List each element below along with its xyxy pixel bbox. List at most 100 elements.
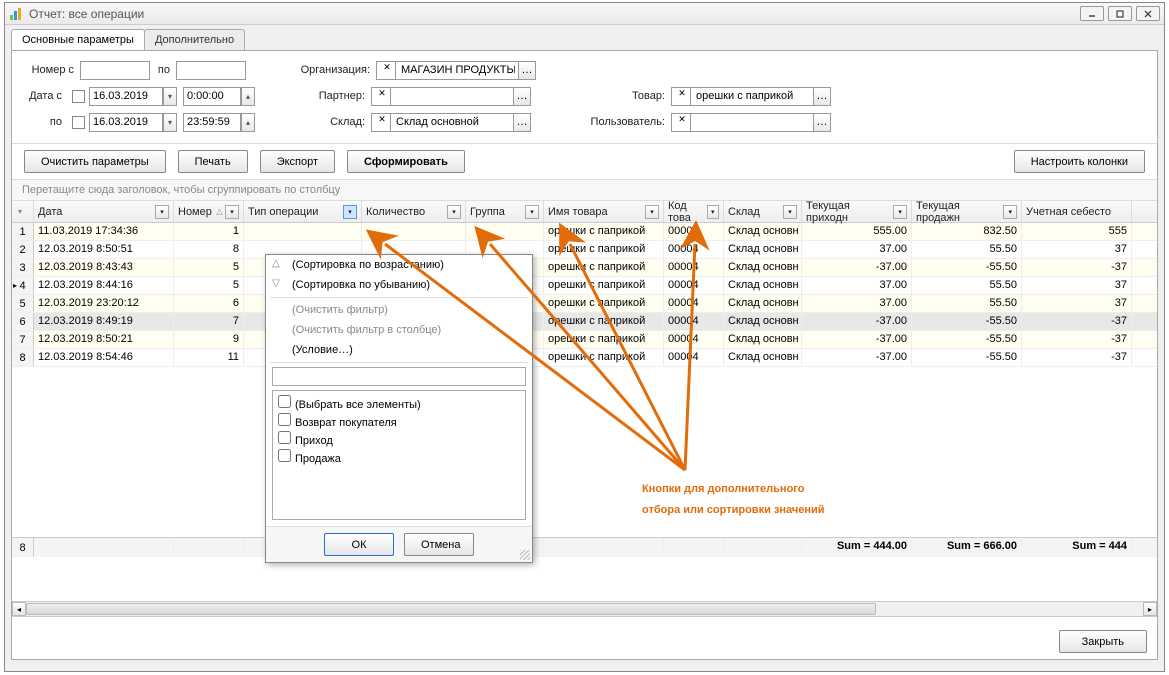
row-number: ▸4 bbox=[12, 277, 34, 294]
footer-sum-in: Sum = 444.00 bbox=[802, 538, 912, 557]
filter-icon: ▾ bbox=[225, 205, 239, 219]
goods-input[interactable] bbox=[693, 88, 813, 105]
time-to-input[interactable] bbox=[183, 113, 241, 132]
time-from-spin-icon[interactable]: ▴ bbox=[241, 87, 255, 106]
col-rownum[interactable]: ▾ bbox=[12, 201, 34, 222]
print-button[interactable]: Печать bbox=[178, 150, 248, 173]
user-picker[interactable]: … bbox=[671, 113, 831, 132]
table-row[interactable]: 8 12.03.2019 8:54:46 11 орешки с паприко… bbox=[12, 349, 1157, 367]
user-browse-icon[interactable]: … bbox=[813, 114, 830, 131]
col-goodname[interactable]: Имя товара▾ bbox=[544, 201, 664, 222]
clear-params-button[interactable]: Очистить параметры bbox=[24, 150, 166, 173]
date-to-check[interactable] bbox=[72, 116, 85, 129]
footer-sum-out: Sum = 666.00 bbox=[912, 538, 1022, 557]
cell-code: 00004 bbox=[664, 313, 724, 330]
filter-opt-return[interactable]: Возврат покупателя bbox=[276, 412, 522, 430]
stock-check-icon[interactable] bbox=[374, 114, 391, 131]
col-cost[interactable]: Учетная себесто bbox=[1022, 201, 1132, 222]
time-from-input[interactable] bbox=[183, 87, 241, 106]
partner-picker[interactable]: … bbox=[371, 87, 531, 106]
maximize-button[interactable] bbox=[1108, 6, 1132, 21]
params-panel: Номер с по Организация: … Дата с ▾ ▴ Пар… bbox=[12, 51, 1157, 143]
user-check-icon[interactable] bbox=[674, 114, 691, 131]
cell-code: 00004 bbox=[664, 259, 724, 276]
table-row[interactable]: 5 12.03.2019 23:20:12 6 орешки с паприко… bbox=[12, 295, 1157, 313]
cell-number: 5 bbox=[174, 277, 244, 294]
tab-main[interactable]: Основные параметры bbox=[11, 29, 145, 50]
filter-icon: ▾ bbox=[1003, 205, 1017, 219]
cell-stock: Склад основн bbox=[724, 277, 802, 294]
condition-item[interactable]: (Условие…) bbox=[266, 340, 532, 360]
table-row[interactable]: 6 12.03.2019 8:49:19 7 орешки с паприкой… bbox=[12, 313, 1157, 331]
col-group[interactable]: Группа▾ bbox=[466, 201, 544, 222]
time-to-spin-icon[interactable]: ▴ bbox=[241, 113, 255, 132]
col-in[interactable]: Текущая приходн▾ bbox=[802, 201, 912, 222]
cell-cost: -37 bbox=[1022, 259, 1132, 276]
stock-browse-icon[interactable]: … bbox=[513, 114, 530, 131]
col-stock[interactable]: Склад▾ bbox=[724, 201, 802, 222]
minimize-button[interactable] bbox=[1080, 6, 1104, 21]
col-optype[interactable]: Тип операции▾ bbox=[244, 201, 362, 222]
date-to-dropdown-icon[interactable]: ▾ bbox=[163, 113, 177, 132]
table-row[interactable]: ▸4 12.03.2019 8:44:16 5 орешки с паприко… bbox=[12, 277, 1157, 295]
table-row[interactable]: 1 11.03.2019 17:34:36 1 орешки с паприко… bbox=[12, 223, 1157, 241]
date-from-input[interactable] bbox=[89, 87, 163, 106]
cell-number: 1 bbox=[174, 223, 244, 240]
user-input[interactable] bbox=[693, 114, 813, 131]
table-row[interactable]: 3 12.03.2019 8:43:43 5 орешки с паприкой… bbox=[12, 259, 1157, 277]
tabstrip: Основные параметры Дополнительно bbox=[5, 25, 1164, 50]
scroll-right-icon[interactable]: ▸ bbox=[1143, 602, 1157, 616]
goods-check-icon[interactable] bbox=[674, 88, 691, 105]
grid-footer: 8 Sum = 444.00 Sum = 666.00 Sum = 444 bbox=[12, 537, 1157, 557]
stock-input[interactable] bbox=[393, 114, 513, 131]
close-report-button[interactable]: Закрыть bbox=[1059, 630, 1147, 653]
num-from-input[interactable] bbox=[80, 61, 150, 80]
num-to-input[interactable] bbox=[176, 61, 246, 80]
table-row[interactable]: 2 12.03.2019 8:50:51 8 орешки с паприкой… bbox=[12, 241, 1157, 259]
col-qty[interactable]: Количество▾ bbox=[362, 201, 466, 222]
cell-cost: 37 bbox=[1022, 277, 1132, 294]
org-browse-icon[interactable]: … bbox=[518, 62, 535, 79]
partner-check-icon[interactable] bbox=[374, 88, 391, 105]
configure-columns-button[interactable]: Настроить колонки bbox=[1014, 150, 1145, 173]
org-input[interactable] bbox=[398, 62, 518, 79]
date-from-check[interactable] bbox=[72, 90, 85, 103]
partner-browse-icon[interactable]: … bbox=[513, 88, 530, 105]
table-row[interactable]: 7 12.03.2019 8:50:21 9 орешки с паприкой… bbox=[12, 331, 1157, 349]
filter-opt-in[interactable]: Приход bbox=[276, 430, 522, 448]
close-button[interactable] bbox=[1136, 6, 1160, 21]
tab-content: Номер с по Организация: … Дата с ▾ ▴ Пар… bbox=[11, 50, 1158, 660]
goods-picker[interactable]: … bbox=[671, 87, 831, 106]
col-out[interactable]: Текущая продажн▾ bbox=[912, 201, 1022, 222]
filter-search-input[interactable] bbox=[272, 367, 526, 386]
filter-select-all[interactable]: (Выбрать все элементы) bbox=[276, 394, 522, 412]
date-to-input[interactable] bbox=[89, 113, 163, 132]
sort-desc-item[interactable]: ▽(Сортировка по убыванию) bbox=[266, 275, 532, 295]
org-picker[interactable]: … bbox=[376, 61, 536, 80]
tab-extra[interactable]: Дополнительно bbox=[144, 29, 245, 50]
sort-asc-item[interactable]: △(Сортировка по возрастанию) bbox=[266, 255, 532, 275]
goods-browse-icon[interactable]: … bbox=[813, 88, 830, 105]
clear-col-filter-item[interactable]: (Очистить фильтр в столбце) bbox=[266, 320, 532, 340]
org-check-icon[interactable] bbox=[379, 62, 396, 79]
scroll-left-icon[interactable]: ◂ bbox=[12, 602, 26, 616]
col-number[interactable]: Номер△▾ bbox=[174, 201, 244, 222]
cell-date: 12.03.2019 8:50:51 bbox=[34, 241, 174, 258]
date-from-dropdown-icon[interactable]: ▾ bbox=[163, 87, 177, 106]
horizontal-scrollbar[interactable]: ◂ ▸ bbox=[12, 601, 1157, 617]
resize-grip-icon[interactable] bbox=[520, 550, 530, 560]
footer-sum-cost: Sum = 444 bbox=[1022, 538, 1132, 557]
stock-picker[interactable]: … bbox=[371, 113, 531, 132]
row-number: 5 bbox=[12, 295, 34, 312]
col-date[interactable]: Дата▾ bbox=[34, 201, 174, 222]
clear-filter-item[interactable]: (Очистить фильтр) bbox=[266, 300, 532, 320]
filter-opt-sale[interactable]: Продажа bbox=[276, 448, 522, 466]
group-hint[interactable]: Перетащите сюда заголовок, чтобы сгруппи… bbox=[12, 180, 1157, 201]
filter-cancel-button[interactable]: Отмена bbox=[404, 533, 474, 556]
scroll-thumb[interactable] bbox=[26, 603, 876, 615]
partner-input[interactable] bbox=[393, 88, 513, 105]
col-code[interactable]: Код това▾ bbox=[664, 201, 724, 222]
export-button[interactable]: Экспорт bbox=[260, 150, 335, 173]
filter-ok-button[interactable]: ОК bbox=[324, 533, 394, 556]
build-button[interactable]: Сформировать bbox=[347, 150, 465, 173]
